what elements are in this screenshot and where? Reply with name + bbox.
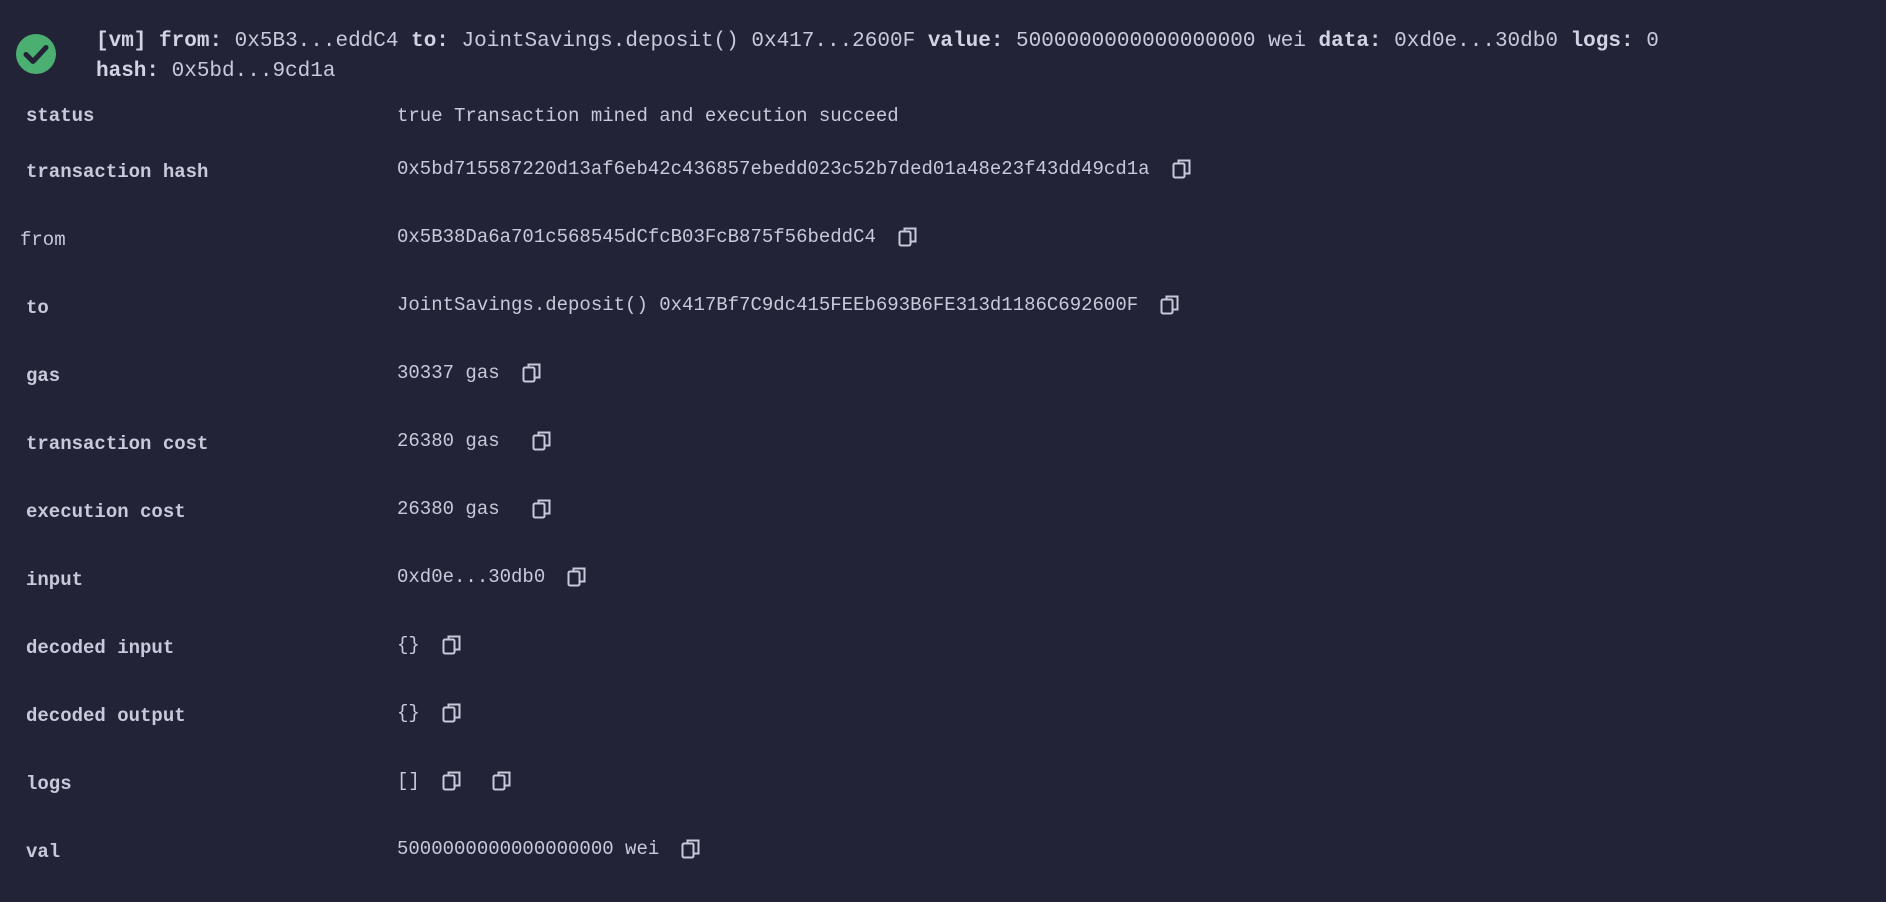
copy-icon[interactable] <box>442 702 462 724</box>
hash-value: 0x5bd...9cd1a <box>171 60 336 83</box>
logs-label: logs: <box>1570 30 1634 53</box>
decoded-input-value: {} <box>397 634 420 656</box>
row-key: from <box>20 229 66 251</box>
row-key: execution cost <box>26 501 186 523</box>
from-address-value: 0x5B38Da6a701c568545dCfcB03FcB875f56bedd… <box>397 226 876 248</box>
logs-value: 0 <box>1646 30 1659 53</box>
copy-icon[interactable] <box>1172 158 1192 180</box>
input-value: 0xd0e...30db0 <box>397 566 546 588</box>
to-value: JointSavings.deposit() 0x417...2600F <box>461 30 916 53</box>
row-value: 0xd0e...30db0 <box>397 566 587 588</box>
detail-row-from: from 0x5B38Da6a701c568545dCfcB03FcB875f5… <box>0 212 1886 280</box>
row-key: transaction cost <box>26 433 209 455</box>
row-key: transaction hash <box>26 161 209 183</box>
row-value: {} <box>397 702 462 724</box>
summary-line-1: [vm] from: 0x5B3...eddC4 to: JointSaving… <box>96 30 1659 53</box>
copy-icon[interactable] <box>681 838 701 860</box>
row-key: logs <box>26 773 72 795</box>
row-value: 0x5B38Da6a701c568545dCfcB03FcB875f56bedd… <box>397 226 918 248</box>
val-value: 5000000000000000000 wei <box>397 838 660 860</box>
transaction-cost-value: 26380 gas <box>397 430 500 452</box>
detail-row-logs: logs [] <box>0 756 1886 824</box>
row-value: 0x5bd715587220d13af6eb42c436857ebedd023c… <box>397 158 1192 180</box>
row-key: decoded input <box>26 637 175 659</box>
copy-icon[interactable] <box>492 770 512 792</box>
row-value: true Transaction mined and execution suc… <box>397 105 899 127</box>
copy-icon[interactable] <box>442 770 462 792</box>
detail-row-transaction-hash: transaction hash 0x5bd715587220d13af6eb4… <box>0 144 1886 212</box>
to-address-value: JointSavings.deposit() 0x417Bf7C9dc415FE… <box>397 294 1139 316</box>
copy-icon[interactable] <box>898 226 918 248</box>
from-value: 0x5B3...eddC4 <box>234 30 399 53</box>
gas-value: 30337 gas <box>397 362 500 384</box>
row-value: JointSavings.deposit() 0x417Bf7C9dc415FE… <box>397 294 1180 316</box>
check-circle-icon <box>16 34 56 74</box>
status-value: true Transaction mined and execution suc… <box>397 105 899 127</box>
copy-icon[interactable] <box>1160 294 1180 316</box>
detail-row-gas: gas 30337 gas <box>0 348 1886 416</box>
from-label: from: <box>159 30 223 53</box>
to-label: to: <box>411 30 449 53</box>
detail-row-decoded-output: decoded output {} <box>0 688 1886 756</box>
decoded-output-value: {} <box>397 702 420 724</box>
row-value: 26380 gas <box>397 498 552 520</box>
row-key: to <box>26 297 49 319</box>
detail-row-to: to JointSavings.deposit() 0x417Bf7C9dc41… <box>0 280 1886 348</box>
logs-value: [] <box>397 770 420 792</box>
detail-row-val: val 5000000000000000000 wei <box>0 824 1886 892</box>
detail-row-transaction-cost: transaction cost 26380 gas <box>0 416 1886 484</box>
detail-row-input: input 0xd0e...30db0 <box>0 552 1886 620</box>
row-key: gas <box>26 365 61 387</box>
copy-icon[interactable] <box>532 430 552 452</box>
row-value: [] <box>397 770 512 792</box>
transaction-hash-value: 0x5bd715587220d13af6eb42c436857ebedd023c… <box>397 158 1150 180</box>
detail-row-execution-cost: execution cost 26380 gas <box>0 484 1886 552</box>
execution-cost-value: 26380 gas <box>397 498 500 520</box>
vm-tag: [vm] <box>96 30 147 53</box>
row-key: status <box>26 105 95 127</box>
copy-icon[interactable] <box>522 362 542 384</box>
row-key: val <box>26 841 61 863</box>
row-key: decoded output <box>26 705 186 727</box>
row-key: input <box>26 569 84 591</box>
data-value: 0xd0e...30db0 <box>1394 30 1558 53</box>
value-label: value: <box>927 30 1004 53</box>
row-value: 26380 gas <box>397 430 552 452</box>
summary-line-2: hash: 0x5bd...9cd1a <box>96 60 335 83</box>
hash-label: hash: <box>96 60 160 83</box>
copy-icon[interactable] <box>442 634 462 656</box>
copy-icon[interactable] <box>567 566 587 588</box>
row-value: 30337 gas <box>397 362 542 384</box>
row-value: 5000000000000000000 wei <box>397 838 701 860</box>
value-value: 5000000000000000000 wei <box>1016 30 1306 53</box>
row-value: {} <box>397 634 462 656</box>
data-label: data: <box>1318 30 1382 53</box>
copy-icon[interactable] <box>532 498 552 520</box>
detail-row-decoded-input: decoded input {} <box>0 620 1886 688</box>
